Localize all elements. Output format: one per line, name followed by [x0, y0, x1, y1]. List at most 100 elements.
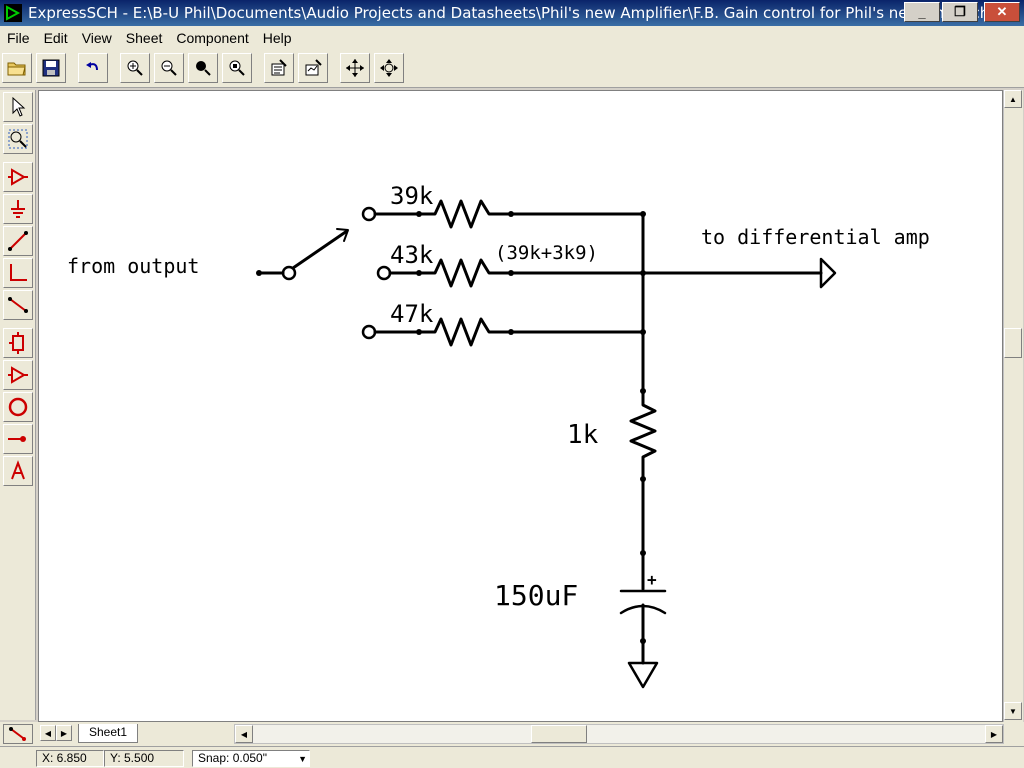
- snap-select-value: Snap: 0.050": [198, 751, 267, 765]
- properties-button[interactable]: [264, 53, 294, 83]
- buffer-tool[interactable]: [3, 360, 33, 390]
- zoom-in-button[interactable]: [120, 53, 150, 83]
- menu-edit[interactable]: Edit: [37, 30, 75, 46]
- app-logo-icon: [4, 4, 22, 22]
- undo-button[interactable]: [78, 53, 108, 83]
- junction-dot: [640, 388, 646, 394]
- menu-view[interactable]: View: [75, 30, 119, 46]
- sheet-tab-sheet1[interactable]: Sheet1: [78, 724, 139, 743]
- junction-dot: [416, 211, 422, 217]
- schematic-canvas[interactable]: from output to differential amp 39k 43k …: [38, 90, 1003, 722]
- horizontal-scroll-thumb[interactable]: [531, 725, 587, 743]
- switch-terminal-39k: [361, 206, 377, 222]
- zoom-in-icon: [127, 60, 143, 76]
- pan-icon: [346, 59, 364, 77]
- chevron-down-icon: ▼: [298, 754, 307, 764]
- main-toolbar: [0, 50, 1024, 88]
- label-47k: 47k: [390, 300, 434, 328]
- zoom-fit-button[interactable]: [222, 53, 252, 83]
- wire-tool[interactable]: [3, 226, 33, 256]
- line-tool[interactable]: [3, 290, 33, 320]
- scroll-right-arrow[interactable]: ▶: [985, 725, 1003, 743]
- schematic-drawing: from output to differential amp 39k 43k …: [67, 182, 930, 689]
- properties-icon: [271, 59, 287, 76]
- scroll-down-arrow[interactable]: ▼: [1004, 702, 1022, 720]
- menu-file[interactable]: File: [0, 30, 37, 46]
- switch-terminal-43k: [376, 265, 392, 281]
- junction-dot: [640, 550, 646, 556]
- draw-line-icon: [8, 297, 28, 313]
- status-x-coordinate: X: 6.850: [36, 750, 104, 767]
- vertical-scroll-thumb[interactable]: [1004, 328, 1022, 358]
- menu-component[interactable]: Component: [169, 30, 255, 46]
- place-junction-icon: [8, 436, 26, 442]
- label-from-output: from output: [67, 254, 199, 278]
- junction-dot: [640, 638, 646, 644]
- close-button[interactable]: ✕: [984, 2, 1020, 22]
- place-component-icon: [9, 332, 24, 354]
- sheet-tab-bar: ◀ ▶ Sheet1 ◀ ▶: [0, 722, 1024, 746]
- junction-dot: [640, 476, 646, 482]
- corner-wire-tool[interactable]: [3, 258, 33, 288]
- ground-tool[interactable]: [3, 194, 33, 224]
- junction-dot: [256, 270, 262, 276]
- place-text-icon: [11, 460, 25, 480]
- label-43k: 43k: [390, 241, 434, 269]
- undo-icon: [86, 62, 98, 71]
- plot-button[interactable]: [298, 53, 328, 83]
- center-button[interactable]: [374, 53, 404, 83]
- circle-tool[interactable]: [3, 392, 33, 422]
- draw-corner-wire-icon: [10, 264, 27, 281]
- opamp-tool[interactable]: [3, 162, 33, 192]
- label-39k: 39k: [390, 182, 434, 210]
- plot-icon: [305, 59, 322, 76]
- switch-terminal-47k: [361, 324, 377, 340]
- snap-select[interactable]: Snap: 0.050" ▼: [192, 750, 310, 767]
- zoom-out-button[interactable]: [154, 53, 184, 83]
- scroll-left-arrow[interactable]: ◀: [235, 725, 253, 743]
- menu-help[interactable]: Help: [256, 30, 299, 46]
- title-bar: ExpressSCH - E:\B-U Phil\Documents\Audio…: [0, 0, 1024, 26]
- sheet-prev-arrow[interactable]: ◀: [40, 725, 56, 741]
- window-title: ExpressSCH - E:\B-U Phil\Documents\Audio…: [28, 4, 990, 22]
- label-150uf: 150uF: [494, 579, 578, 612]
- save-disk-icon: [42, 59, 60, 77]
- maximize-button[interactable]: ❐: [942, 2, 978, 22]
- junction-dot: [640, 211, 646, 217]
- place-opamp-icon: [8, 168, 28, 186]
- vertical-scrollbar[interactable]: ▲ ▼: [1003, 90, 1023, 722]
- sheet-next-arrow[interactable]: ▶: [56, 725, 72, 741]
- horizontal-scrollbar[interactable]: ◀ ▶: [234, 724, 1004, 744]
- text-tool[interactable]: [3, 456, 33, 486]
- junction-dot: [640, 329, 646, 335]
- pan-button[interactable]: [340, 53, 370, 83]
- junction-tool[interactable]: [3, 424, 33, 454]
- zoom-select-tool[interactable]: [3, 124, 33, 154]
- junction-dot: [416, 270, 422, 276]
- junction-dot: [508, 270, 514, 276]
- switch-arm: [291, 229, 349, 270]
- menu-sheet[interactable]: Sheet: [119, 30, 170, 46]
- snap-toggle-button[interactable]: [3, 724, 33, 744]
- zoom-window-icon: [196, 61, 211, 76]
- minimize-button[interactable]: _: [904, 2, 940, 22]
- center-icon: [380, 59, 398, 77]
- tools-palette: [0, 90, 36, 720]
- place-buffer-icon: [8, 366, 28, 384]
- select-tool[interactable]: [3, 92, 33, 122]
- open-button[interactable]: [2, 53, 32, 83]
- draw-wire-icon: [8, 231, 28, 251]
- zoom-out-icon: [161, 60, 177, 76]
- scroll-up-arrow[interactable]: ▲: [1004, 90, 1022, 108]
- place-ground-icon: [11, 200, 25, 218]
- label-to-differential-amp: to differential amp: [701, 225, 930, 249]
- status-bar: X: 6.850 Y: 5.500 Snap: 0.050" ▼: [0, 746, 1024, 768]
- label-1k: 1k: [567, 420, 599, 450]
- open-folder-icon: [7, 62, 26, 76]
- zoom-select-icon: [8, 129, 28, 149]
- component-tool[interactable]: [3, 328, 33, 358]
- junction-dot: [640, 270, 646, 276]
- menu-bar: File Edit View Sheet Component Help: [0, 26, 1024, 50]
- save-button[interactable]: [36, 53, 66, 83]
- zoom-window-button[interactable]: [188, 53, 218, 83]
